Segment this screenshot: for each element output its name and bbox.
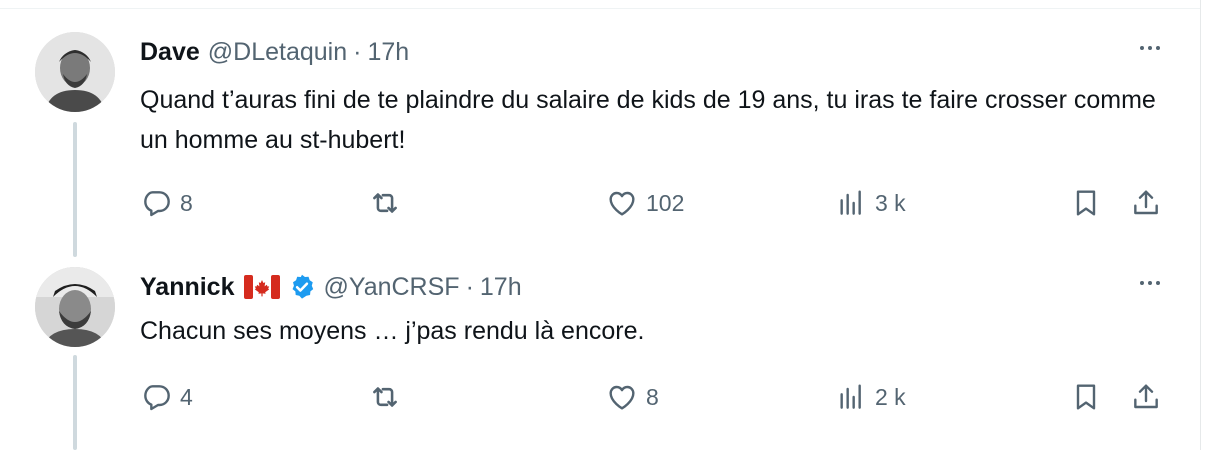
author-handle[interactable]: @DLetaquin [208,38,347,67]
bookmark-button[interactable] [1070,183,1102,223]
tweet-header: Yannick @YanCRSF · 17h [140,271,522,303]
tweet-text: Quand t’auras fini de te plaindre du sal… [140,86,1156,154]
like-icon [609,191,635,216]
share-icon [1134,190,1158,215]
like-count: 8 [646,383,659,410]
canada-flag-icon [243,275,280,299]
like-count: 102 [646,189,685,216]
share-icon [1134,384,1158,409]
views-icon [840,190,861,215]
timestamp[interactable]: 17h [480,273,522,302]
like-button[interactable]: 102 [606,183,684,223]
views-count: 2 k [875,383,906,410]
reply-button[interactable]: 8 [140,183,193,223]
bookmark-icon [1076,384,1096,410]
bookmark-button[interactable] [1070,377,1102,417]
bookmark-icon [1076,190,1096,216]
share-button[interactable] [1130,183,1162,223]
separator-dot: · [465,272,474,301]
tweet[interactable]: Yannick @YanCRSF · 17h Chacun ses moyens… [0,255,1200,450]
tweet-header: Dave @DLetaquin · 17h [140,36,409,68]
avatar[interactable] [35,32,115,112]
more-icon[interactable] [1140,46,1160,50]
avatar-image [35,32,115,112]
verified-badge-icon[interactable] [288,273,316,301]
like-button[interactable]: 8 [606,377,659,417]
avatar-image [35,267,115,347]
views-button[interactable]: 3 k [835,183,906,223]
retweet-icon [373,387,397,407]
views-button[interactable]: 2 k [835,377,906,417]
reply-count: 4 [180,383,193,410]
retweet-button[interactable] [368,377,402,417]
views-count: 3 k [875,189,906,216]
action-bar: 8 102 3 k [140,183,1170,223]
retweet-icon [373,193,397,213]
reply-icon [144,385,170,411]
retweet-button[interactable] [368,183,402,223]
reply-count: 8 [180,189,193,216]
tweet-text: Chacun ses moyens … j’pas rendu là encor… [140,317,645,345]
avatar[interactable] [35,267,115,347]
more-icon[interactable] [1140,281,1160,285]
like-icon [609,385,635,410]
action-bar: 4 8 2 k [140,377,1170,417]
views-icon [840,384,861,409]
timeline-border [1200,0,1201,450]
reply-icon [144,191,170,217]
reply-button[interactable]: 4 [140,377,193,417]
share-button[interactable] [1130,377,1162,417]
author-name[interactable]: Dave [140,38,200,67]
separator-dot: · [353,37,362,66]
author-handle[interactable]: @YanCRSF [324,273,460,302]
timestamp[interactable]: 17h [367,38,409,67]
tweet[interactable]: Dave @DLetaquin · 17h Quand t’auras fini… [0,0,1200,255]
author-name[interactable]: Yannick [140,273,235,302]
